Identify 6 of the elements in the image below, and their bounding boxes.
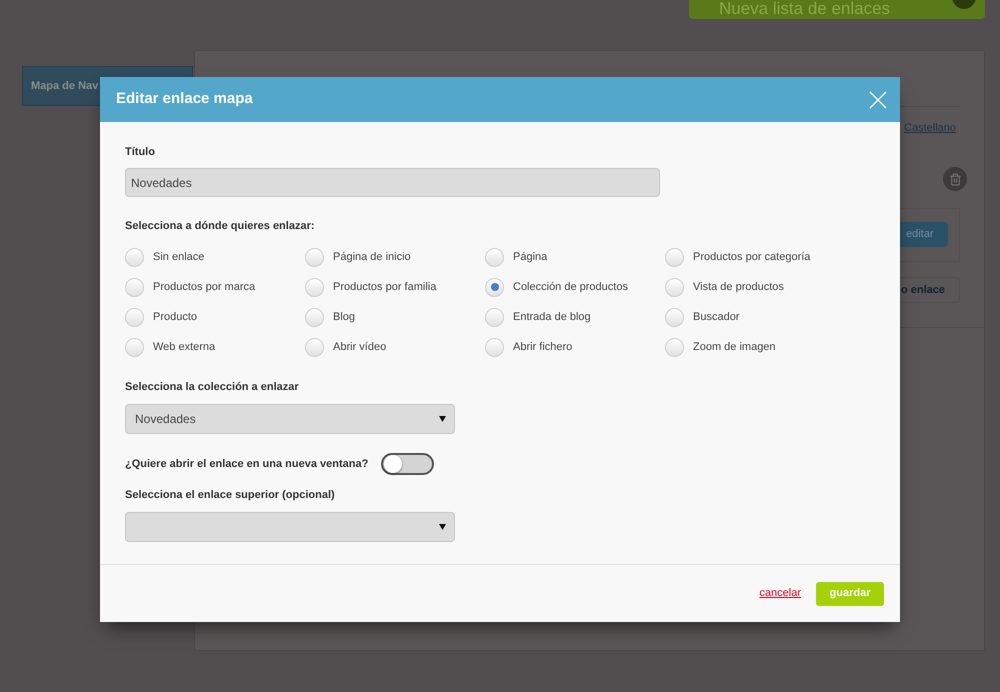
field-label: Selecciona el enlace superior (opcional) (125, 488, 335, 502)
field-label: ¿Quiere abrir el enlace en una nueva ventana? (125, 456, 368, 470)
field-label: Selecciona a dónde quieres enlazar: (125, 219, 315, 233)
field-label: Selecciona la colección a enlazar (125, 380, 299, 394)
dialog-title: Editar enlace mapa (116, 89, 253, 110)
field-label: Título (125, 145, 155, 159)
